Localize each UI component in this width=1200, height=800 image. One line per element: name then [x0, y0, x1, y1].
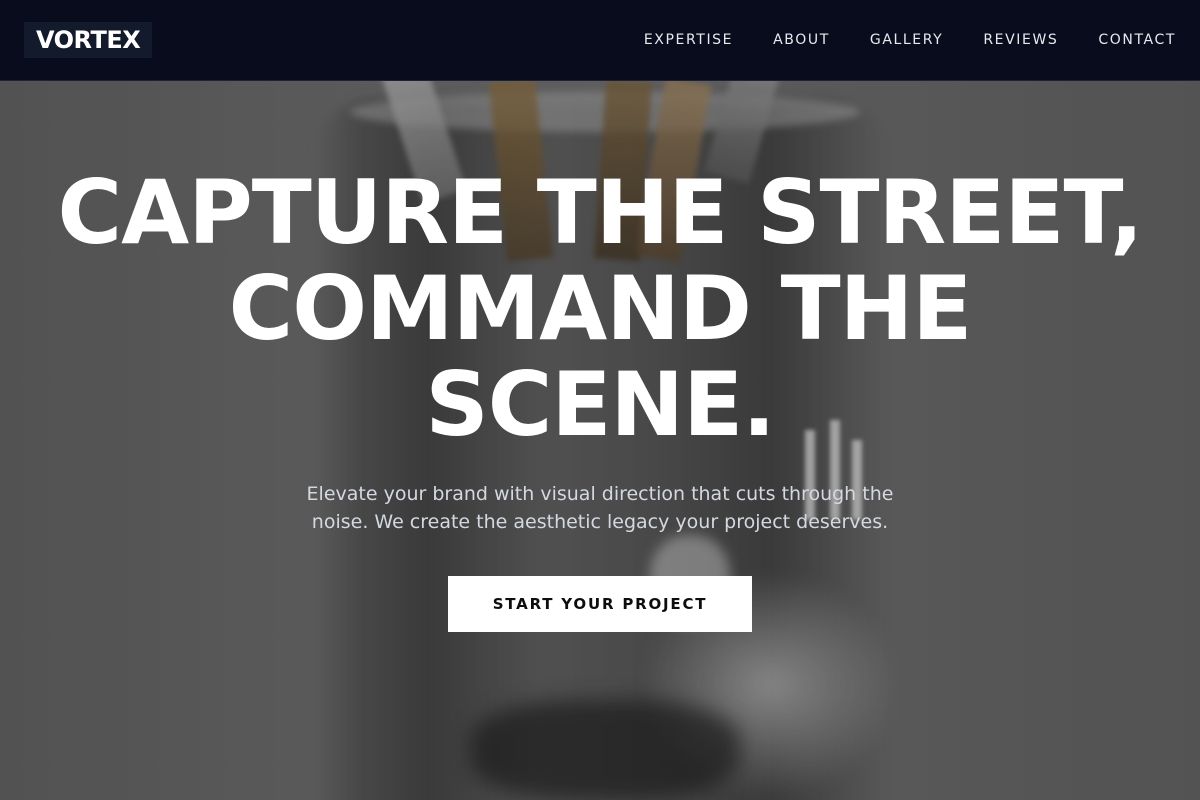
start-project-button[interactable]: START YOUR PROJECT [448, 576, 752, 632]
hero-headline-line-2: COMMAND THE [228, 257, 973, 360]
top-navbar: VORTEX EXPERTISE ABOUT GALLERY REVIEWS C… [0, 0, 1200, 81]
nav-link-gallery[interactable]: GALLERY [870, 32, 943, 48]
nav-link-contact[interactable]: CONTACT [1098, 32, 1176, 48]
hero-section: CAPTURE THE STREET, COMMAND THE SCENE. E… [0, 0, 1200, 800]
nav-link-reviews[interactable]: REVIEWS [983, 32, 1058, 48]
hero-headline-line-1: CAPTURE THE STREET, [57, 161, 1144, 264]
nav-link-expertise[interactable]: EXPERTISE [644, 32, 733, 48]
hero-headline-line-3: SCENE. [425, 353, 775, 456]
landing-page: VORTEX EXPERTISE ABOUT GALLERY REVIEWS C… [0, 0, 1200, 800]
main-nav: EXPERTISE ABOUT GALLERY REVIEWS CONTACT [644, 0, 1176, 80]
nav-link-about[interactable]: ABOUT [773, 32, 830, 48]
hero-subtitle: Elevate your brand with visual direction… [306, 483, 894, 533]
brand-logo[interactable]: VORTEX [24, 22, 153, 58]
hero-headline: CAPTURE THE STREET, COMMAND THE SCENE. [20, 165, 1180, 453]
